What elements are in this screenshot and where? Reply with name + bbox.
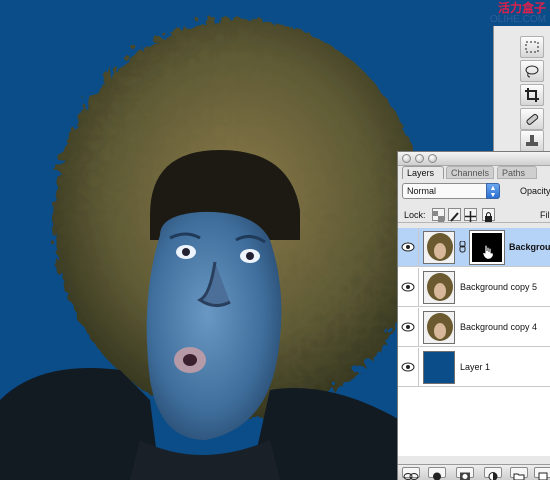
- marquee-icon: [525, 41, 539, 53]
- portrait-thumbnail-icon: [424, 312, 454, 343]
- stamp-icon: [526, 135, 538, 146]
- adjustment-layer-button[interactable]: [484, 467, 502, 480]
- panel-tabs: Layers Channels Paths: [398, 166, 550, 179]
- layer-thumbnail: [423, 231, 455, 264]
- opacity-label: Opacity: [520, 186, 550, 196]
- visibility-toggle[interactable]: [398, 348, 419, 387]
- layer-row-background[interactable]: Background: [398, 228, 550, 267]
- lock-position-button[interactable]: [464, 208, 477, 222]
- layer-name: Background copy 4: [460, 322, 538, 332]
- brush-icon: [450, 212, 459, 222]
- crop-icon: [525, 88, 539, 102]
- healing-brush-tool[interactable]: [520, 108, 544, 130]
- fill-label: Fill: [540, 210, 550, 220]
- lock-row: Lock: Fill: [398, 205, 550, 223]
- folder-icon: [513, 473, 525, 480]
- watermark-chinese: 活力盒子: [497, 1, 546, 15]
- lasso-tool[interactable]: [520, 60, 544, 82]
- new-layer-button[interactable]: [534, 467, 550, 480]
- new-group-button[interactable]: [510, 467, 528, 480]
- panel-bottom-bar: [398, 464, 550, 480]
- layer-thumbnail: [423, 311, 455, 344]
- portrait-thumbnail-icon: [424, 232, 454, 263]
- link-icon: [403, 473, 419, 480]
- half-circle-icon: [488, 472, 498, 480]
- layer-row-background-copy-4[interactable]: Background copy 4: [398, 308, 550, 347]
- lock-label: Lock:: [404, 210, 426, 220]
- tools-palette: [493, 26, 550, 154]
- layers-panel: Layers Channels Paths Normal ▲ ▼ Opacity …: [397, 151, 550, 480]
- stamp-tool[interactable]: [520, 130, 544, 152]
- move-icon: [465, 211, 476, 222]
- eye-icon: [401, 242, 415, 252]
- fx-icon: [433, 472, 441, 480]
- eye-icon: [401, 282, 415, 292]
- eye-icon: [401, 322, 415, 332]
- lock-transparency-button[interactable]: [432, 208, 445, 222]
- layer-thumbnail: [423, 351, 455, 384]
- zoom-button[interactable]: [428, 154, 437, 163]
- minimize-button[interactable]: [415, 154, 424, 163]
- close-button[interactable]: [402, 154, 411, 163]
- lock-icon: [485, 212, 492, 222]
- layer-style-button[interactable]: [428, 467, 446, 480]
- hand-cursor-icon: [482, 244, 494, 260]
- tab-paths[interactable]: Paths: [497, 166, 537, 179]
- visibility-toggle[interactable]: [398, 228, 419, 267]
- checker-icon: [433, 211, 444, 222]
- visibility-toggle[interactable]: [398, 308, 419, 347]
- watermark: 活力盒子 OLIHE.COM: [490, 2, 546, 25]
- lasso-icon: [525, 65, 539, 78]
- chain-link-icon: [459, 241, 466, 253]
- layer-thumbnail: [423, 271, 455, 304]
- watermark-site: OLIHE.COM: [489, 14, 546, 25]
- bandage-icon: [526, 113, 539, 125]
- new-layer-icon: [538, 472, 548, 480]
- crop-tool[interactable]: [520, 84, 544, 106]
- layer-row-background-copy-5[interactable]: Background copy 5: [398, 268, 550, 307]
- lock-all-button[interactable]: [482, 208, 495, 222]
- lock-pixels-button[interactable]: [448, 208, 461, 222]
- layer-name: Background copy 5: [460, 282, 538, 292]
- panel-titlebar[interactable]: [398, 152, 550, 166]
- link-layers-button[interactable]: [402, 467, 420, 480]
- marquee-tool[interactable]: [520, 36, 544, 58]
- tab-channels[interactable]: Channels: [446, 166, 494, 179]
- blend-row: Normal ▲ ▼ Opacity: [398, 182, 550, 200]
- blend-mode-value: Normal: [407, 186, 437, 196]
- add-mask-button[interactable]: [456, 467, 474, 480]
- mask-icon: [460, 472, 470, 480]
- portrait-thumbnail-icon: [424, 272, 454, 303]
- layer-row-layer-1[interactable]: Layer 1: [398, 348, 550, 387]
- visibility-toggle[interactable]: [398, 268, 419, 307]
- layer-name: Background: [509, 242, 550, 252]
- tab-layers[interactable]: Layers: [402, 166, 444, 179]
- updown-arrows-icon: ▲ ▼: [486, 183, 500, 199]
- layer-name: Layer 1: [460, 362, 491, 372]
- eye-icon: [401, 362, 415, 372]
- layers-list: Background Background copy 5 Background …: [398, 228, 550, 456]
- blend-mode-select[interactable]: Normal ▲ ▼: [402, 183, 500, 199]
